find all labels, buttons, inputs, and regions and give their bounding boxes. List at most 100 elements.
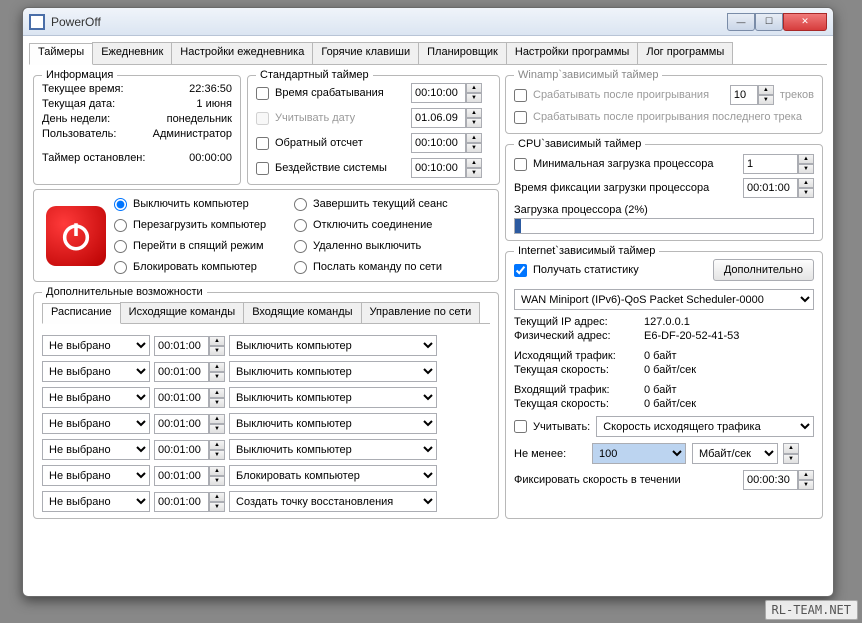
- subtab-outgoing[interactable]: Исходящие команды: [120, 302, 245, 323]
- stopped-label: Таймер остановлен:: [42, 152, 145, 164]
- power-icon[interactable]: [46, 206, 106, 266]
- subtab-schedule[interactable]: Расписание: [42, 303, 121, 324]
- sched-row: Не выбрано▲▼Выключить компьютер: [42, 413, 490, 434]
- sched-action[interactable]: Выключить компьютер: [229, 387, 437, 408]
- cpu-groupbox: CPU`зависимый таймер Минимальная загрузк…: [505, 138, 823, 241]
- sched-sel[interactable]: Не выбрано: [42, 491, 150, 512]
- sched-action[interactable]: Выключить компьютер: [229, 335, 437, 356]
- fire-time-check[interactable]: Время срабатывания: [256, 83, 411, 103]
- cpu-legend: CPU`зависимый таймер: [514, 138, 645, 150]
- left-col: Информация Текущее время:22:36:50 Текуща…: [33, 69, 499, 519]
- sched-sel[interactable]: Не выбрано: [42, 387, 150, 408]
- sched-row: Не выбрано▲▼Выключить компьютер: [42, 387, 490, 408]
- out-value: 0 байт: [644, 350, 804, 362]
- countdown-input[interactable]: ▲▼: [411, 133, 491, 153]
- tab-scheduler[interactable]: Планировщик: [418, 42, 507, 64]
- radio-lock[interactable]: Блокировать компьютер: [114, 257, 294, 277]
- out-speed-value: 0 байт/сек: [644, 364, 804, 376]
- net-consider-check[interactable]: Учитывать:: [514, 417, 590, 437]
- radio-shutdown[interactable]: Выключить компьютер: [114, 194, 294, 214]
- sched-sel[interactable]: Не выбрано: [42, 335, 150, 356]
- tracks-input[interactable]: ▲▼: [730, 85, 774, 105]
- idle-check[interactable]: Бездействие системы: [256, 158, 411, 178]
- in-speed-label: Текущая скорость:: [514, 398, 644, 410]
- sched-time[interactable]: ▲▼: [154, 336, 225, 356]
- std-timer-groupbox: Стандартный таймер Время срабатывания ▲▼…: [247, 69, 500, 185]
- ip-label: Текущий IP адрес:: [514, 316, 644, 328]
- radio-netcmd[interactable]: Послать команду по сети: [294, 257, 474, 277]
- tab-log[interactable]: Лог программы: [637, 42, 733, 64]
- consider-date-input[interactable]: ▲▼: [411, 108, 491, 128]
- radio-remote-off[interactable]: Удаленно выключить: [294, 236, 474, 256]
- main-tabs: Таймеры Ежедневник Настройки ежедневника…: [29, 42, 827, 65]
- sched-action[interactable]: Выключить компьютер: [229, 361, 437, 382]
- sched-sel[interactable]: Не выбрано: [42, 413, 150, 434]
- dow-value: понедельник: [152, 113, 232, 125]
- countdown-check[interactable]: Обратный отсчет: [256, 133, 411, 153]
- radio-disconnect[interactable]: Отключить соединение: [294, 215, 474, 235]
- radio-sleep[interactable]: Перейти в спящий режим: [114, 236, 294, 256]
- consider-date-check: Учитывать дату: [256, 108, 411, 128]
- tab-diary-settings[interactable]: Настройки ежедневника: [171, 42, 313, 64]
- close-button[interactable]: ✕: [783, 13, 827, 31]
- sched-sel[interactable]: Не выбрано: [42, 465, 150, 486]
- in-value: 0 байт: [644, 384, 804, 396]
- sched-time[interactable]: ▲▼: [154, 388, 225, 408]
- net-more-button[interactable]: Дополнительно: [713, 259, 814, 281]
- net-min-value[interactable]: 100: [592, 443, 686, 464]
- action-radios: Выключить компьютер Завершить текущий се…: [114, 194, 474, 277]
- subtab-netcontrol[interactable]: Управление по сети: [361, 302, 481, 323]
- app-icon: [29, 14, 45, 30]
- sched-time[interactable]: ▲▼: [154, 414, 225, 434]
- cpu-fix-label: Время фиксации загрузки процессора: [514, 182, 709, 194]
- cpu-progress: [514, 218, 814, 234]
- net-min-label: Не менее:: [514, 448, 586, 460]
- net-stats-check[interactable]: Получать статистику: [514, 260, 639, 280]
- date-label: Текущая дата:: [42, 98, 152, 110]
- cpu-min-check[interactable]: Минимальная загрузка процессора: [514, 154, 713, 174]
- info-legend: Информация: [42, 69, 117, 81]
- sched-row: Не выбрано▲▼Создать точку восстановления: [42, 491, 490, 512]
- mac-label: Физический адрес:: [514, 330, 644, 342]
- titlebar[interactable]: PowerOff — ☐ ✕: [23, 8, 833, 36]
- window-buttons: — ☐ ✕: [727, 13, 827, 31]
- sched-row: Не выбрано▲▼Выключить компьютер: [42, 439, 490, 460]
- maximize-button[interactable]: ☐: [755, 13, 783, 31]
- radio-logoff[interactable]: Завершить текущий сеанс: [294, 194, 474, 214]
- net-fix-input[interactable]: ▲▼: [743, 470, 814, 490]
- sched-time[interactable]: ▲▼: [154, 440, 225, 460]
- net-legend: Internet`зависимый таймер: [514, 245, 659, 257]
- net-min-unit[interactable]: Мбайт/сек: [692, 443, 778, 464]
- net-adapter-select[interactable]: WAN Miniport (IPv6)-QoS Packet Scheduler…: [514, 289, 814, 310]
- sched-time[interactable]: ▲▼: [154, 362, 225, 382]
- sched-action[interactable]: Выключить компьютер: [229, 413, 437, 434]
- cpu-min-input[interactable]: ▲▼: [743, 154, 814, 174]
- sched-action[interactable]: Создать точку восстановления: [229, 491, 437, 512]
- sched-action[interactable]: Блокировать компьютер: [229, 465, 437, 486]
- ip-value: 127.0.0.1: [644, 316, 804, 328]
- sched-sel[interactable]: Не выбрано: [42, 439, 150, 460]
- addon-subtabs: Расписание Исходящие команды Входящие ко…: [42, 302, 490, 324]
- winamp-after-last-check[interactable]: Срабатывать после проигрывания последнег…: [514, 107, 814, 127]
- subtab-incoming[interactable]: Входящие команды: [243, 302, 361, 323]
- tab-hotkeys[interactable]: Горячие клавиши: [312, 42, 419, 64]
- user-value: Администратор: [152, 128, 232, 140]
- sched-time[interactable]: ▲▼: [154, 492, 225, 512]
- sched-action[interactable]: Выключить компьютер: [229, 439, 437, 460]
- tab-program-settings[interactable]: Настройки программы: [506, 42, 638, 64]
- sched-time[interactable]: ▲▼: [154, 466, 225, 486]
- net-consider-select[interactable]: Скорость исходящего трафика: [596, 416, 814, 437]
- radio-reboot[interactable]: Перезагрузить компьютер: [114, 215, 294, 235]
- fire-time-input[interactable]: ▲▼: [411, 83, 491, 103]
- cpu-fix-input[interactable]: ▲▼: [743, 178, 814, 198]
- out-label: Исходящий трафик:: [514, 350, 644, 362]
- tab-timers[interactable]: Таймеры: [29, 43, 93, 65]
- out-speed-label: Текущая скорость:: [514, 364, 644, 376]
- tab-diary[interactable]: Ежедневник: [92, 42, 172, 64]
- sched-sel[interactable]: Не выбрано: [42, 361, 150, 382]
- idle-input[interactable]: ▲▼: [411, 158, 491, 178]
- minimize-button[interactable]: —: [727, 13, 755, 31]
- winamp-after-play-check[interactable]: Срабатывать после проигрывания: [514, 85, 709, 105]
- net-fix-label: Фиксировать скорость в течении: [514, 474, 681, 486]
- time-value: 22:36:50: [152, 83, 232, 95]
